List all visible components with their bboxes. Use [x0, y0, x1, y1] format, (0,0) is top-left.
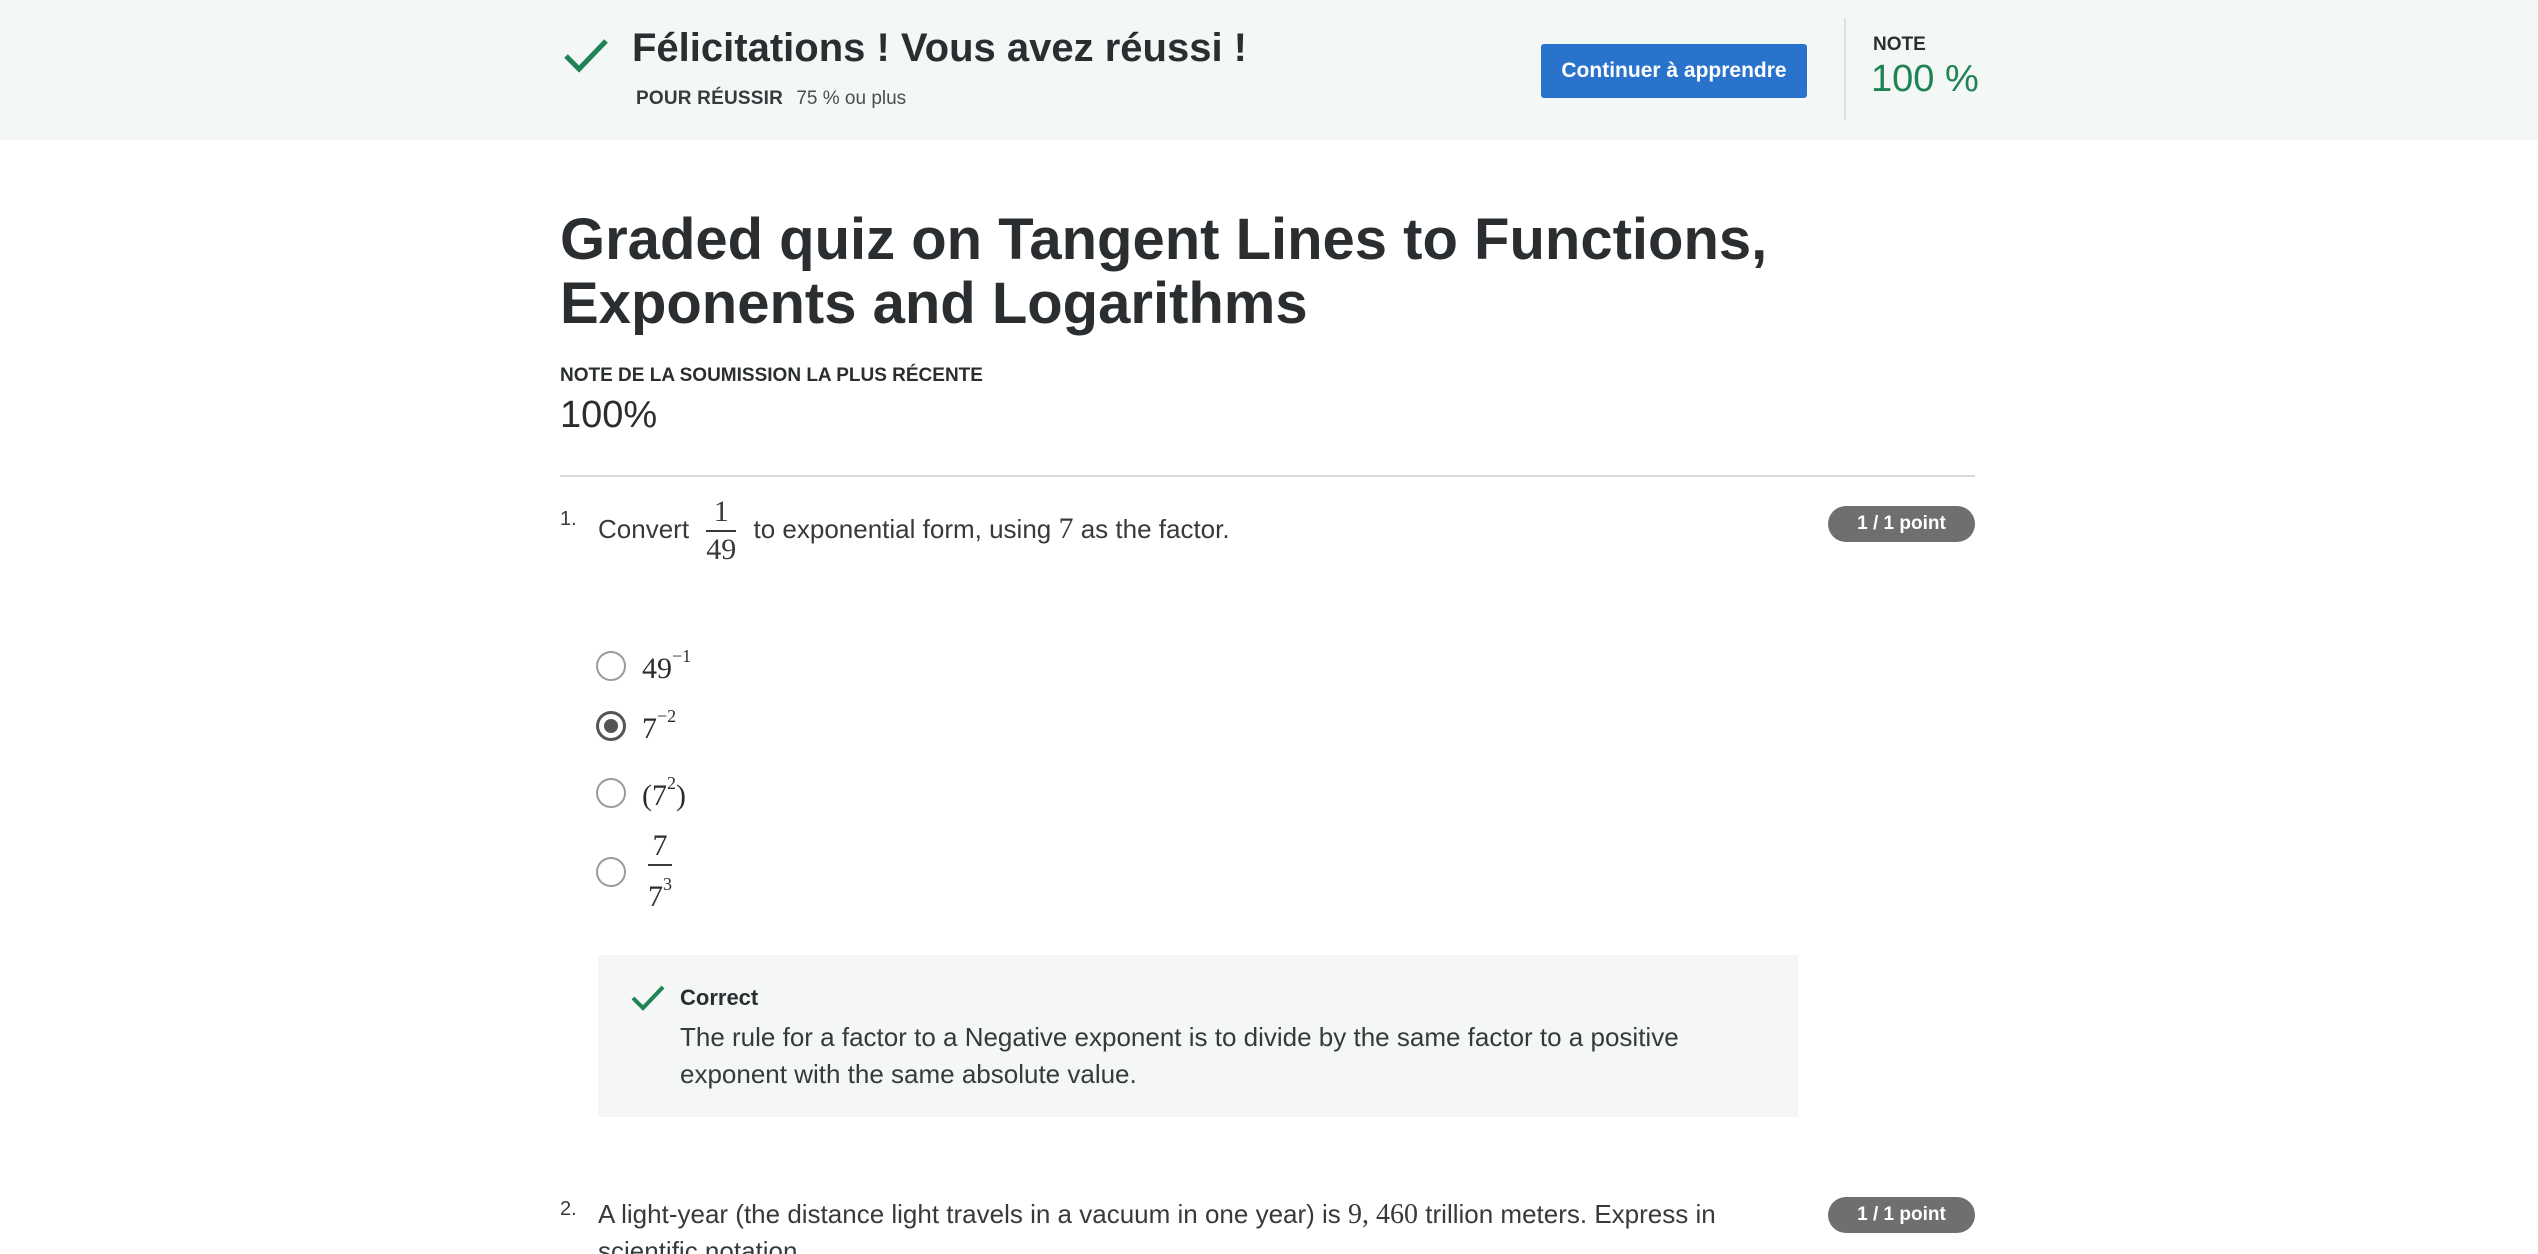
- grade-value: 100 %: [1871, 58, 1979, 100]
- points-badge: 1 / 1 point: [1828, 1197, 1975, 1233]
- pass-value: 75 % ou plus: [796, 88, 907, 109]
- check-icon: [564, 39, 608, 73]
- continue-learning-button[interactable]: Continuer à apprendre: [1541, 44, 1807, 98]
- pass-label: POUR RÉUSSIR: [636, 88, 784, 109]
- radio-button[interactable]: [596, 778, 626, 808]
- option-paren: ): [676, 779, 686, 812]
- question-text: Convert 1 49 to exponential form, using …: [598, 496, 1230, 566]
- option-base: 7: [652, 779, 667, 812]
- option-base: 7: [648, 880, 663, 913]
- page-title: Graded quiz on Tangent Lines to Function…: [560, 207, 1768, 336]
- fraction-denominator: 49: [706, 533, 737, 566]
- option-exponent: 2: [667, 773, 676, 793]
- question-text-part: Convert: [598, 513, 690, 544]
- pass-requirement: POUR RÉUSSIR 75 % ou plus: [636, 88, 906, 110]
- question-text: A light-year (the distance light travels…: [598, 1196, 1808, 1254]
- check-icon: [631, 985, 665, 1011]
- question-fraction: 1 49: [706, 496, 737, 566]
- radio-button-selected[interactable]: [596, 711, 626, 741]
- option-base: 49: [642, 652, 672, 685]
- points-badge: 1 / 1 point: [1828, 506, 1975, 542]
- grade-label: NOTE: [1873, 34, 1926, 55]
- question-text-part: as the factor.: [1080, 513, 1230, 544]
- feedback-title: Correct: [680, 985, 759, 1010]
- option-paren: (: [642, 779, 652, 812]
- fraction-denominator: 73: [648, 866, 672, 913]
- option-exponent: −2: [657, 706, 677, 726]
- option-exponent: 3: [663, 874, 672, 894]
- answer-option[interactable]: 7 73: [596, 830, 678, 913]
- radio-button[interactable]: [596, 856, 626, 887]
- divider: [1844, 18, 1846, 120]
- question-text-part: A light-year (the distance light travels…: [598, 1199, 1341, 1229]
- option-label: 7−2: [642, 706, 676, 746]
- answer-option[interactable]: (72): [596, 773, 686, 813]
- feedback-text: The rule for a factor to a Negative expo…: [680, 1022, 1679, 1089]
- option-exponent: −1: [672, 646, 692, 666]
- feedback-box: Correct The rule for a factor to a Negat…: [598, 955, 1798, 1117]
- question-value: 9, 460: [1348, 1199, 1419, 1230]
- divider: [560, 475, 1975, 477]
- option-label: 49−1: [642, 646, 691, 686]
- fraction-numerator: 1: [706, 496, 737, 532]
- option-fraction: 7 73: [648, 830, 672, 913]
- option-base: 7: [642, 712, 657, 745]
- option-label: (72): [642, 773, 686, 813]
- option-label: 7 73: [642, 830, 678, 913]
- success-title: Félicitations ! Vous avez réussi !: [632, 26, 1247, 70]
- success-banner: Félicitations ! Vous avez réussi ! POUR …: [0, 0, 2538, 140]
- recent-submission-label: NOTE DE LA SOUMISSION LA PLUS RÉCENTE: [560, 365, 983, 386]
- answer-option[interactable]: 49−1: [596, 646, 691, 686]
- question-number: 2.: [560, 1198, 577, 1220]
- answer-option-selected[interactable]: 7−2: [596, 706, 676, 746]
- question-text-part: to exponential form, using: [753, 513, 1052, 544]
- recent-submission-grade: 100%: [560, 394, 658, 436]
- radio-button[interactable]: [596, 651, 626, 681]
- factor-value: 7: [1058, 511, 1074, 545]
- fraction-numerator: 7: [648, 830, 672, 866]
- question-number: 1.: [560, 508, 577, 530]
